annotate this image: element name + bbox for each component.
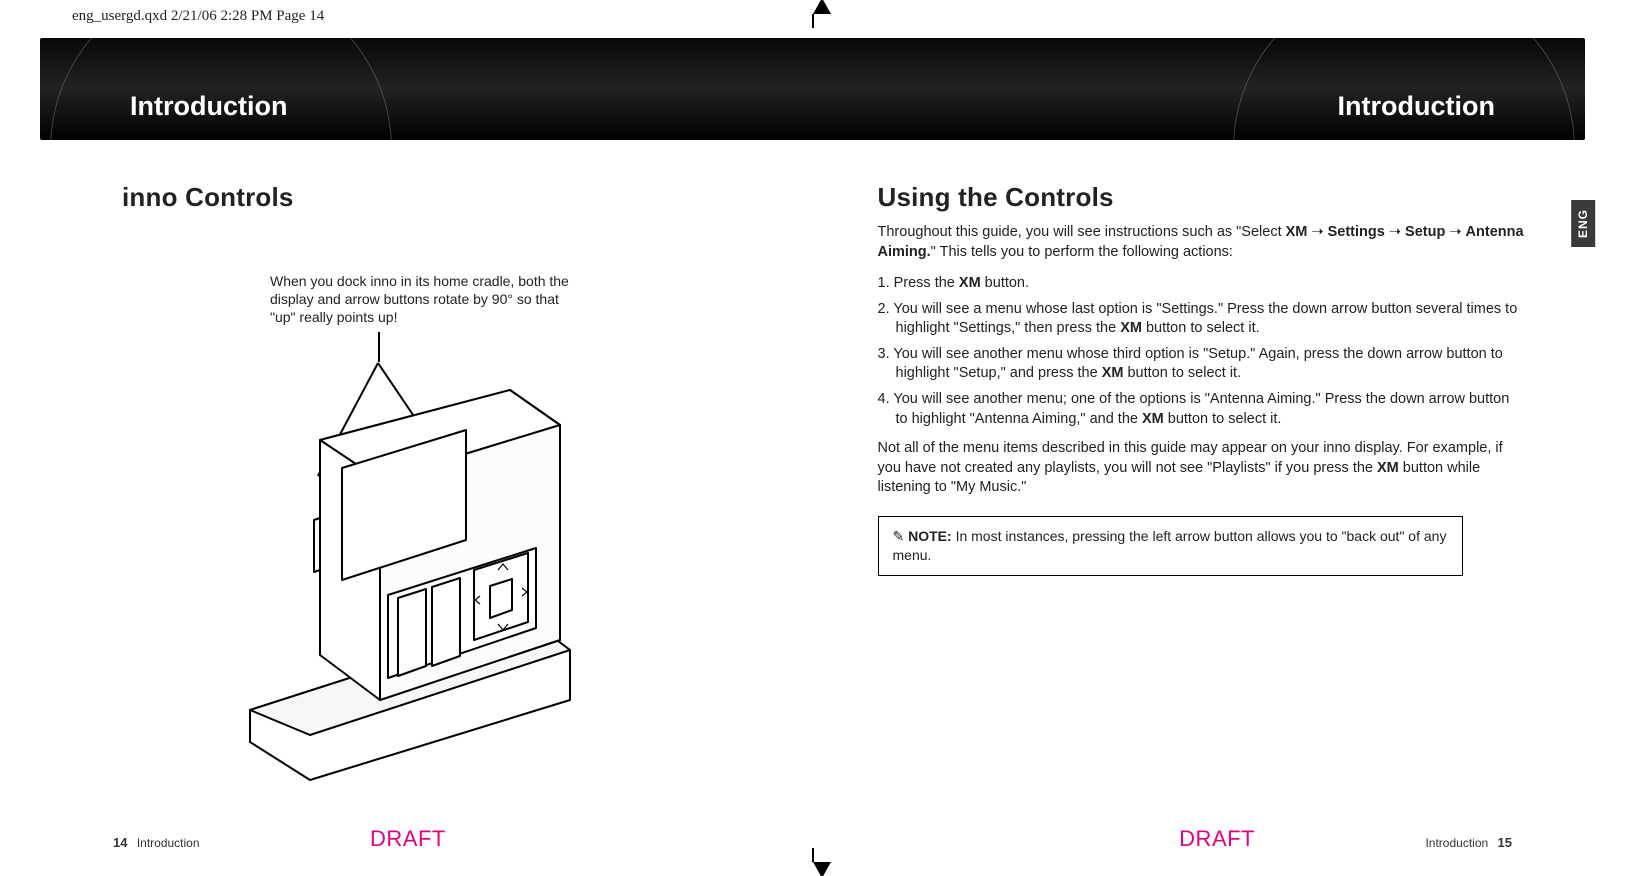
draft-stamp-right: DRAFT bbox=[1179, 824, 1255, 854]
device-caption: When you dock inno in its home cradle, b… bbox=[270, 272, 570, 327]
content-columns: inno Controls When you dock inno in its … bbox=[0, 170, 1625, 836]
banner-title-left: Introduction bbox=[130, 88, 287, 124]
steps-list: 1. Press the XM button. 2. You will see … bbox=[878, 274, 1526, 429]
note-body: In most instances, pressing the left arr… bbox=[893, 528, 1447, 563]
step-4: 4. You will see another menu; one of the… bbox=[878, 390, 1526, 429]
intro-post: " This tells you to perform the followin… bbox=[931, 244, 1233, 260]
footer-left: 14 Introduction bbox=[107, 834, 200, 852]
intro-a3: ➝ bbox=[1445, 224, 1465, 240]
left-column: inno Controls When you dock inno in its … bbox=[0, 170, 818, 836]
note-icon: ✎ bbox=[893, 528, 909, 544]
page: eng_usergd.qxd 2/21/06 2:28 PM Page 14 I… bbox=[0, 0, 1625, 876]
intro-text: Throughout this guide, you will see inst… bbox=[878, 223, 1526, 262]
page-number-left: 14 bbox=[113, 835, 127, 850]
device-svg bbox=[230, 370, 610, 790]
footer-section-right: Introduction bbox=[1425, 836, 1488, 850]
note-label: NOTE: bbox=[908, 528, 955, 544]
step-2: 2. You will see a menu whose last option… bbox=[878, 300, 1526, 339]
intro-b3: Setup bbox=[1405, 224, 1445, 240]
footer-right: Introduction 15 bbox=[1425, 834, 1518, 852]
right-heading: Using the Controls bbox=[878, 180, 1526, 215]
left-heading: inno Controls bbox=[122, 180, 738, 215]
footer-section-left: Introduction bbox=[137, 836, 200, 850]
draft-stamp-left: DRAFT bbox=[370, 824, 446, 854]
intro-a1: ➝ bbox=[1307, 224, 1327, 240]
step-1: 1. Press the XM button. bbox=[878, 274, 1526, 294]
banner-title-right: Introduction bbox=[1338, 88, 1495, 124]
crop-bar-bottom bbox=[812, 848, 814, 862]
followup-text: Not all of the menu items described in t… bbox=[878, 439, 1526, 498]
leader-line-stem bbox=[378, 332, 380, 362]
step-3: 3. You will see another menu whose third… bbox=[878, 345, 1526, 384]
file-slug: eng_usergd.qxd 2/21/06 2:28 PM Page 14 bbox=[72, 6, 324, 26]
crop-mark-bottom bbox=[813, 862, 831, 876]
intro-b2: Settings bbox=[1328, 224, 1385, 240]
intro-b1: XM bbox=[1286, 224, 1308, 240]
note-box: ✎ NOTE: In most instances, pressing the … bbox=[878, 516, 1463, 576]
crop-mark-top bbox=[813, 0, 831, 14]
right-column: Using the Controls Throughout this guide… bbox=[818, 170, 1625, 836]
device-illustration bbox=[230, 370, 610, 790]
intro-pre: Throughout this guide, you will see inst… bbox=[878, 224, 1286, 240]
intro-a2: ➝ bbox=[1385, 224, 1405, 240]
chapter-banner: Introduction Introduction bbox=[40, 38, 1585, 140]
crop-bar-top bbox=[812, 14, 814, 28]
page-number-right: 15 bbox=[1498, 835, 1512, 850]
